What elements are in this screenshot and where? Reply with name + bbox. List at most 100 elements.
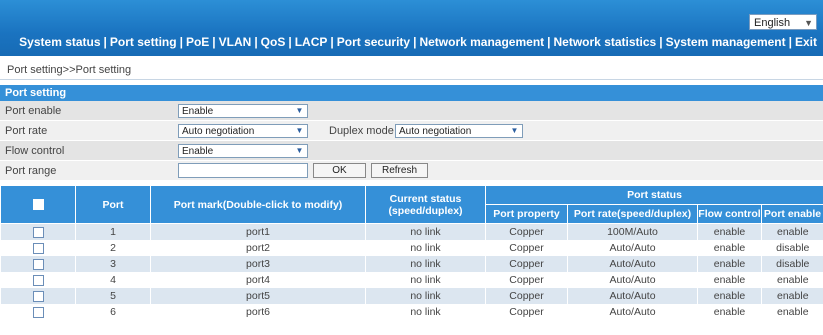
row-select-cell — [0, 272, 76, 288]
row-select-cell — [0, 304, 76, 320]
port-enable-cell: enable — [760, 223, 823, 240]
port-enable-cell: enable — [760, 288, 823, 304]
flow-control-cell: enable — [697, 256, 762, 272]
nav-separator: | — [788, 35, 792, 49]
top-header: English ▼ System status | Port setting | PoE… — [0, 0, 823, 56]
port-property-header: Port property — [485, 204, 568, 224]
port-enable-cell: disable — [760, 256, 823, 272]
flow-control-row: Flow control Enable ▼ — [0, 141, 823, 161]
flow-control-select[interactable]: Enable ▼ — [178, 144, 308, 158]
port-enable-cell: disable — [760, 240, 823, 256]
flow-control-label: Flow control — [5, 145, 65, 157]
nav-item-poe[interactable]: PoE — [186, 35, 209, 49]
port-enable-row: Port enable Enable ▼ — [0, 101, 823, 121]
row-checkbox[interactable] — [32, 306, 44, 318]
port-range-row: Port range OK Refresh — [0, 161, 823, 181]
nav-separator: | — [179, 35, 183, 49]
flow-control-cell: enable — [697, 288, 762, 304]
current-status-line1: Current status — [389, 192, 462, 205]
flow-control-cell: enable — [697, 223, 762, 240]
port-rate-select[interactable]: Auto negotiation ▼ — [178, 124, 308, 138]
row-select-cell — [0, 288, 76, 304]
select-all-checkbox[interactable] — [32, 199, 44, 211]
port-property-cell: Copper — [485, 288, 568, 304]
chevron-down-icon: ▼ — [804, 18, 813, 28]
nav-item-lacp[interactable]: LACP — [295, 35, 328, 49]
port-enable-header: Port enable — [760, 204, 823, 224]
port-range-input[interactable] — [178, 163, 308, 178]
port-property-cell: Copper — [485, 256, 568, 272]
nav-item-network-management[interactable]: Network management — [419, 35, 544, 49]
row-checkbox[interactable] — [32, 242, 44, 254]
port-rate-row: Port rate Auto negotiation ▼ Duplex mode… — [0, 121, 823, 141]
port-rate-cell: Auto/Auto — [567, 288, 698, 304]
nav-separator: | — [547, 35, 551, 49]
port-enable-select[interactable]: Enable ▼ — [178, 104, 308, 118]
row-checkbox[interactable] — [32, 290, 44, 302]
flow-control-cell: enable — [697, 240, 762, 256]
nav-separator: | — [254, 35, 258, 49]
section-title: Port setting — [0, 85, 823, 101]
port-property-cell: Copper — [485, 304, 568, 320]
port-rate-cell: Auto/Auto — [567, 272, 698, 288]
chevron-down-icon: ▼ — [510, 126, 519, 135]
port-mark-cell[interactable]: port2 — [150, 240, 366, 256]
port-enable-label: Port enable — [5, 105, 62, 117]
nav-item-port-security[interactable]: Port security — [337, 35, 410, 49]
breadcrumb: Port setting>>Port setting — [0, 60, 823, 80]
flow-control-value: Enable — [182, 146, 214, 157]
port-mark-cell[interactable]: port3 — [150, 256, 366, 272]
port-enable-cell: enable — [760, 272, 823, 288]
nav-item-port-setting[interactable]: Port setting — [110, 35, 177, 49]
port-rate-label: Port rate — [5, 125, 48, 137]
flow-control-cell: enable — [697, 272, 762, 288]
refresh-button[interactable]: Refresh — [371, 163, 428, 178]
port-rate-header: Port rate(speed/duplex) — [567, 204, 698, 224]
port-property-cell: Copper — [485, 240, 568, 256]
port-mark-cell[interactable]: port5 — [150, 288, 366, 304]
port-mark-cell[interactable]: port1 — [150, 223, 366, 240]
port-enable-value: Enable — [182, 106, 214, 117]
row-checkbox[interactable] — [32, 226, 44, 238]
duplex-mode-select[interactable]: Auto negotiation ▼ — [395, 124, 523, 138]
port-property-cell: Copper — [485, 272, 568, 288]
nav-separator: | — [659, 35, 663, 49]
port-rate-cell: Auto/Auto — [567, 240, 698, 256]
flow-control-header: Flow control — [697, 204, 762, 224]
nav-item-network-statistics[interactable]: Network statistics — [554, 35, 657, 49]
row-checkbox[interactable] — [32, 274, 44, 286]
nav-item-system-status[interactable]: System status — [19, 35, 100, 49]
table-row[interactable]: 6 port6 no link Copper Auto/Auto enable enable — [0, 304, 823, 320]
row-select-cell — [0, 240, 76, 256]
nav-item-qos[interactable]: QoS — [261, 35, 286, 49]
port-mark-cell[interactable]: port4 — [150, 272, 366, 288]
flow-control-cell: enable — [697, 304, 762, 320]
current-status-cell: no link — [365, 223, 486, 240]
port-number-cell: 3 — [75, 256, 151, 272]
table-row[interactable]: 4 port4 no link Copper Auto/Auto enable enable — [0, 272, 823, 288]
port-mark-header: Port mark(Double-click to modify) — [150, 185, 366, 224]
nav-separator: | — [212, 35, 216, 49]
port-rate-cell: Auto/Auto — [567, 256, 698, 272]
port-rate-cell: Auto/Auto — [567, 304, 698, 320]
select-all-header — [0, 185, 76, 224]
port-number-cell: 1 — [75, 223, 151, 240]
nav-item-exit[interactable]: Exit — [795, 35, 817, 49]
table-row[interactable]: 5 port5 no link Copper Auto/Auto enable enable — [0, 288, 823, 304]
port-range-label: Port range — [5, 165, 57, 177]
current-status-cell: no link — [365, 272, 486, 288]
ok-button[interactable]: OK — [313, 163, 366, 178]
language-select[interactable]: English ▼ — [749, 14, 817, 30]
table-row[interactable]: 2 port2 no link Copper Auto/Auto enable disabl… — [0, 240, 823, 256]
table-row[interactable]: 3 port3 no link Copper Auto/Auto enable disabl… — [0, 256, 823, 272]
row-select-cell — [0, 256, 76, 272]
port-number-cell: 2 — [75, 240, 151, 256]
port-mark-cell[interactable]: port6 — [150, 304, 366, 320]
row-checkbox[interactable] — [32, 258, 44, 270]
current-status-cell: no link — [365, 240, 486, 256]
nav-item-system-management[interactable]: System management — [666, 35, 786, 49]
nav-item-vlan[interactable]: VLAN — [219, 35, 252, 49]
current-status-line2: (speed/duplex) — [388, 204, 463, 217]
table-row[interactable]: 1 port1 no link Copper 100M/Auto enable enable — [0, 223, 823, 240]
current-status-cell: no link — [365, 256, 486, 272]
